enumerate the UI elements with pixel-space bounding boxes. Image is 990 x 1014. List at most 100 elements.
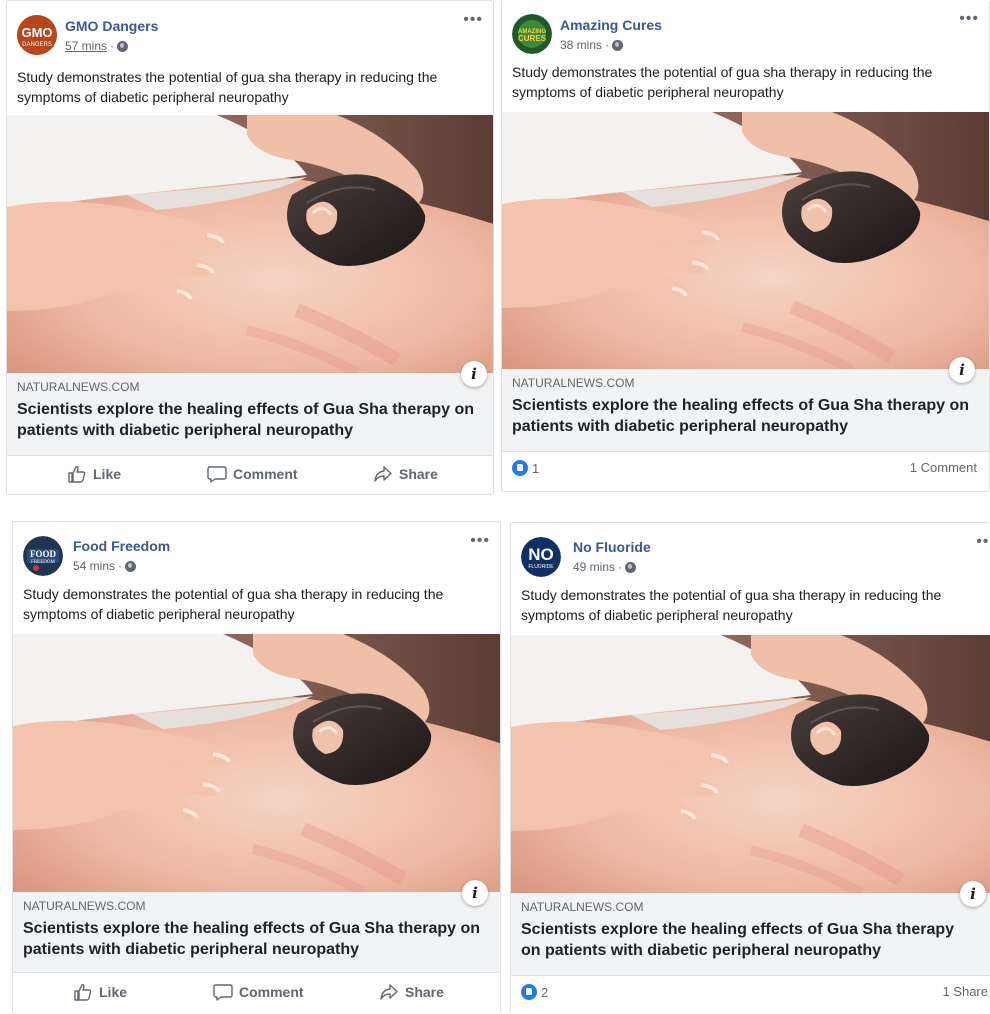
timestamp-separator: · bbox=[618, 560, 623, 574]
share-button[interactable]: Share bbox=[379, 983, 444, 1001]
avatar-text-sub: CURES bbox=[518, 34, 547, 43]
page-name-link[interactable]: No Fluoride bbox=[573, 539, 651, 555]
reaction-count: 1 bbox=[532, 460, 540, 476]
comment-button[interactable]: Comment bbox=[207, 465, 298, 483]
link-preview[interactable]: i NATURALNEWS.COM Scientists explore the… bbox=[7, 361, 493, 456]
post-timestamp: 54 mins · bbox=[73, 559, 137, 573]
link-preview[interactable]: i NATURALNEWS.COM Scientists explore the… bbox=[502, 357, 989, 452]
link-preview[interactable]: i NATURALNEWS.COM Scientists explore the… bbox=[13, 880, 500, 973]
post-card-gmo-dangers: GMO DANGERS GMO Dangers 57 mins · ••• St… bbox=[6, 0, 494, 495]
link-headline[interactable]: Scientists explore the healing effects o… bbox=[512, 395, 971, 437]
avatar-text-sub: DANGERS bbox=[22, 42, 52, 48]
globe-icon bbox=[625, 561, 637, 573]
post-header: GMO DANGERS GMO Dangers 57 mins · ••• bbox=[7, 1, 493, 61]
timestamp-link[interactable]: 54 mins bbox=[73, 559, 115, 573]
thumbs-up-icon bbox=[68, 466, 86, 483]
post-image[interactable] bbox=[502, 112, 989, 369]
globe-icon bbox=[117, 40, 129, 52]
page-name-link[interactable]: GMO Dangers bbox=[65, 18, 158, 34]
comment-count-link[interactable]: 1 Comment bbox=[910, 460, 977, 475]
page-avatar[interactable]: AMAZING CURES bbox=[512, 14, 552, 54]
like-button[interactable]: Like bbox=[73, 983, 127, 1001]
reaction-bar: 1 1 Comment bbox=[502, 452, 989, 490]
action-bar: Like Comment Share bbox=[7, 456, 493, 494]
gua-sha-photo bbox=[7, 115, 493, 373]
page-name-link[interactable]: Amazing Cures bbox=[560, 17, 662, 33]
post-caption: Study demonstrates the potential of gua … bbox=[512, 64, 933, 100]
like-reaction-icon bbox=[512, 460, 528, 476]
gua-sha-photo bbox=[13, 634, 500, 892]
reaction-summary[interactable]: 1 bbox=[512, 460, 539, 476]
info-icon[interactable]: i bbox=[949, 357, 975, 383]
timestamp-link[interactable]: 57 mins bbox=[65, 39, 107, 53]
thumbs-up-icon bbox=[74, 984, 92, 1001]
link-preview[interactable]: i NATURALNEWS.COM Scientists explore the… bbox=[511, 881, 990, 976]
timestamp-link[interactable]: 38 mins bbox=[560, 38, 602, 52]
post-timestamp: 38 mins · bbox=[560, 38, 624, 52]
link-headline[interactable]: Scientists explore the healing effects o… bbox=[23, 918, 482, 960]
comment-button[interactable]: Comment bbox=[213, 983, 304, 1001]
link-domain: NATURALNEWS.COM bbox=[521, 900, 644, 914]
avatar-text-sub: FLUORIDE bbox=[528, 564, 554, 570]
more-options-icon[interactable]: ••• bbox=[470, 532, 490, 550]
avatar-text-sub: FREEDOM bbox=[31, 560, 55, 565]
avatar-text-main: GMO bbox=[21, 25, 52, 40]
more-options-icon[interactable]: ••• bbox=[463, 11, 483, 29]
timestamp-separator: · bbox=[118, 559, 123, 573]
like-label: Like bbox=[93, 466, 122, 482]
post-header: NO FLUORIDE No Fluoride 49 mins · ••• bbox=[511, 523, 990, 583]
timestamp-separator: · bbox=[110, 39, 115, 53]
reaction-count: 2 bbox=[541, 984, 549, 1000]
share-count-link[interactable]: 1 Share bbox=[942, 984, 988, 999]
post-timestamp: 57 mins · bbox=[65, 39, 129, 53]
like-label: Like bbox=[99, 984, 128, 1000]
share-label: Share bbox=[399, 466, 438, 482]
share-arrow-icon bbox=[380, 984, 398, 1000]
post-image[interactable] bbox=[7, 115, 493, 373]
page-avatar[interactable]: GMO DANGERS bbox=[17, 15, 57, 55]
more-options-icon[interactable]: ••• bbox=[959, 10, 979, 28]
info-icon[interactable]: i bbox=[461, 361, 487, 387]
page-avatar[interactable]: NO FLUORIDE bbox=[521, 537, 561, 577]
gua-sha-photo bbox=[511, 635, 990, 893]
link-headline[interactable]: Scientists explore the healing effects o… bbox=[17, 399, 475, 441]
post-card-food-freedom: FOOD FREEDOM Food Freedom 54 mins · ••• … bbox=[12, 521, 501, 1014]
post-header: FOOD FREEDOM Food Freedom 54 mins · ••• bbox=[13, 522, 500, 582]
post-card-amazing-cures: AMAZING CURES Amazing Cures 38 mins · ••… bbox=[501, 0, 990, 492]
globe-icon bbox=[612, 39, 624, 51]
post-header: AMAZING CURES Amazing Cures 38 mins · ••… bbox=[502, 0, 989, 60]
action-bar: Like Comment Share bbox=[13, 974, 500, 1012]
share-button[interactable]: Share bbox=[373, 465, 438, 483]
link-domain: NATURALNEWS.COM bbox=[17, 380, 140, 394]
avatar-text-main: FOOD bbox=[30, 549, 56, 559]
comment-label: Comment bbox=[233, 466, 298, 482]
post-caption: Study demonstrates the potential of gua … bbox=[521, 587, 942, 623]
more-options-icon[interactable]: ••• bbox=[976, 533, 990, 551]
share-label: Share bbox=[405, 984, 444, 1000]
like-reaction-icon bbox=[521, 984, 537, 1000]
comment-bubble-icon bbox=[207, 466, 227, 483]
like-button[interactable]: Like bbox=[67, 465, 121, 483]
reaction-summary[interactable]: 2 bbox=[521, 984, 548, 1000]
link-headline[interactable]: Scientists explore the healing effects o… bbox=[521, 919, 972, 961]
link-domain: NATURALNEWS.COM bbox=[23, 899, 146, 913]
page-avatar[interactable]: FOOD FREEDOM bbox=[23, 536, 63, 576]
info-icon[interactable]: i bbox=[462, 880, 488, 906]
gua-sha-photo bbox=[502, 112, 989, 369]
reaction-bar: 2 1 Share bbox=[511, 976, 990, 1014]
link-domain: NATURALNEWS.COM bbox=[512, 376, 635, 390]
timestamp-link[interactable]: 49 mins bbox=[573, 560, 615, 574]
post-timestamp: 49 mins · bbox=[573, 560, 637, 574]
share-arrow-icon bbox=[374, 466, 392, 482]
page-name-link[interactable]: Food Freedom bbox=[73, 538, 170, 554]
comment-bubble-icon bbox=[213, 984, 233, 1001]
avatar-text-main: NO bbox=[528, 545, 554, 564]
post-caption: Study demonstrates the potential of gua … bbox=[17, 69, 438, 105]
post-caption: Study demonstrates the potential of gua … bbox=[23, 586, 444, 622]
timestamp-separator: · bbox=[605, 38, 610, 52]
info-icon[interactable]: i bbox=[960, 881, 986, 907]
post-image[interactable] bbox=[13, 634, 500, 892]
comment-label: Comment bbox=[239, 984, 304, 1000]
globe-icon bbox=[125, 560, 137, 572]
post-image[interactable] bbox=[511, 635, 990, 893]
